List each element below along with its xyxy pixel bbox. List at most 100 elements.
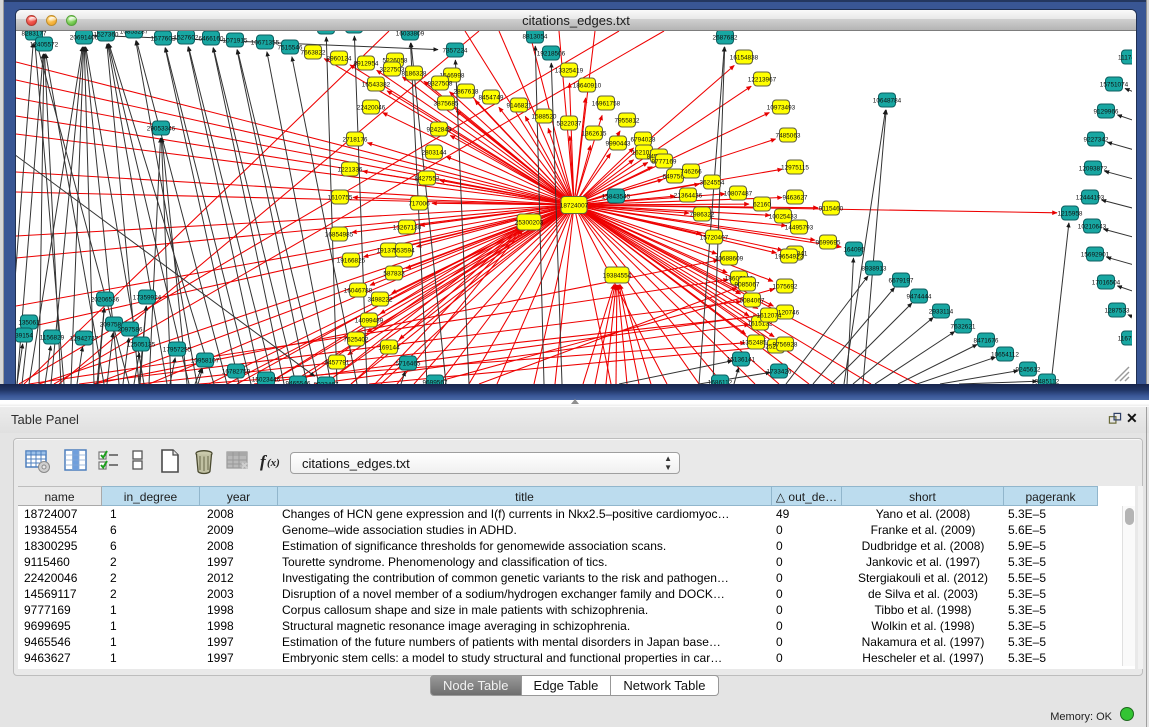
svg-text:15136141: 15136141 bbox=[727, 357, 756, 364]
svg-text:12213967: 12213967 bbox=[748, 77, 777, 84]
svg-text:20206536: 20206536 bbox=[91, 297, 120, 304]
svg-text:12405572: 12405572 bbox=[30, 42, 59, 49]
svg-text:12975115: 12975115 bbox=[781, 165, 809, 172]
svg-text:9457791: 9457791 bbox=[325, 360, 350, 367]
svg-text:1117404: 1117404 bbox=[1118, 55, 1132, 62]
svg-text:587833: 587833 bbox=[383, 271, 405, 278]
svg-text:2803144: 2803144 bbox=[422, 150, 447, 157]
svg-text:18724007: 18724007 bbox=[560, 203, 589, 210]
svg-text:15751074: 15751074 bbox=[1100, 82, 1129, 89]
svg-text:1362615: 1362615 bbox=[582, 131, 607, 138]
svg-text:15720407: 15720407 bbox=[700, 235, 729, 242]
svg-text:1215958: 1215958 bbox=[1058, 211, 1083, 218]
svg-text:5322037: 5322037 bbox=[557, 121, 582, 128]
svg-text:6679197: 6679197 bbox=[889, 278, 914, 285]
svg-text:15692901: 15692901 bbox=[1081, 252, 1110, 259]
svg-text:10671355: 10671355 bbox=[251, 40, 280, 47]
svg-text:9463627: 9463627 bbox=[783, 195, 808, 202]
svg-text:3624554: 3624554 bbox=[700, 180, 725, 187]
svg-text:13325419: 13325419 bbox=[555, 68, 584, 75]
svg-text:17016504: 17016504 bbox=[1092, 280, 1121, 287]
svg-text:9129966: 9129966 bbox=[1094, 109, 1119, 116]
svg-text:10807487: 10807487 bbox=[724, 191, 753, 198]
svg-text:(x): (x) bbox=[267, 457, 280, 469]
svg-text:9777169: 9777169 bbox=[652, 159, 677, 166]
svg-text:16961758: 16961758 bbox=[592, 101, 621, 108]
svg-text:14099489: 14099489 bbox=[355, 318, 384, 325]
svg-text:1588520: 1588520 bbox=[532, 114, 557, 121]
svg-text:9756928: 9756928 bbox=[773, 342, 798, 349]
svg-text:7663822: 7663822 bbox=[301, 50, 326, 57]
svg-text:10654112: 10654112 bbox=[991, 352, 1019, 359]
svg-text:1577602: 1577602 bbox=[151, 36, 176, 43]
svg-text:10025433: 10025433 bbox=[769, 214, 798, 221]
svg-text:717006: 717006 bbox=[408, 201, 430, 208]
svg-text:1287533: 1287533 bbox=[1105, 308, 1130, 315]
svg-text:9990443: 9990443 bbox=[606, 141, 631, 148]
svg-text:7955812: 7955812 bbox=[615, 118, 640, 125]
svg-text:9242848: 9242848 bbox=[427, 127, 452, 134]
svg-text:15023446: 15023446 bbox=[252, 377, 281, 384]
svg-text:16046788: 16046788 bbox=[344, 288, 373, 295]
svg-text:18640910: 18640910 bbox=[573, 83, 602, 90]
svg-text:19166825: 19166825 bbox=[337, 258, 366, 265]
svg-text:957233: 957233 bbox=[315, 31, 337, 32]
svg-text:8471676: 8471676 bbox=[974, 338, 999, 345]
svg-text:15843545: 15843545 bbox=[602, 194, 631, 201]
svg-text:169144: 169144 bbox=[378, 345, 400, 352]
svg-text:1221336: 1221336 bbox=[338, 167, 363, 174]
svg-text:3875685: 3875685 bbox=[434, 101, 459, 108]
svg-text:135061: 135061 bbox=[18, 320, 40, 327]
svg-text:5716465: 5716465 bbox=[396, 361, 421, 368]
svg-text:8960124: 8960124 bbox=[327, 56, 352, 63]
svg-text:10210643: 10210643 bbox=[1078, 224, 1107, 231]
svg-text:9699695: 9699695 bbox=[816, 240, 841, 247]
svg-text:10648784: 10648784 bbox=[873, 98, 902, 105]
svg-text:9327508: 9327508 bbox=[428, 81, 453, 88]
svg-text:12444193: 12444193 bbox=[1076, 195, 1105, 202]
svg-text:22420046: 22420046 bbox=[357, 105, 386, 112]
svg-text:10853287: 10853287 bbox=[120, 31, 149, 36]
svg-text:8912954: 8912954 bbox=[354, 61, 379, 68]
svg-text:10688609: 10688609 bbox=[715, 256, 744, 263]
svg-text:6794028: 6794028 bbox=[631, 137, 656, 144]
svg-text:1527360: 1527360 bbox=[94, 32, 119, 39]
svg-text:16854985: 16854985 bbox=[325, 232, 354, 239]
svg-text:1075692: 1075692 bbox=[773, 284, 798, 291]
svg-text:9085067: 9085067 bbox=[735, 282, 760, 289]
svg-text:746266: 746266 bbox=[680, 169, 702, 176]
svg-text:9146821: 9146821 bbox=[507, 103, 532, 110]
svg-text:16782759: 16782759 bbox=[222, 369, 251, 376]
svg-text:9227342: 9227342 bbox=[1084, 137, 1109, 144]
svg-text:2687682: 2687682 bbox=[713, 35, 738, 42]
svg-text:12942737: 12942737 bbox=[70, 336, 99, 343]
svg-text:8186328: 8186328 bbox=[402, 71, 427, 78]
svg-text:1156829: 1156829 bbox=[40, 335, 65, 342]
svg-text:1612074: 1612074 bbox=[757, 313, 782, 320]
svg-text:29053346: 29053346 bbox=[147, 126, 176, 133]
svg-text:9084067: 9084067 bbox=[740, 298, 765, 305]
svg-text:7485063: 7485063 bbox=[776, 133, 801, 140]
svg-text:62160: 62160 bbox=[753, 202, 771, 209]
svg-text:7625402: 7625402 bbox=[344, 337, 369, 344]
svg-text:1733426: 1733426 bbox=[767, 369, 792, 376]
svg-text:8427552: 8427552 bbox=[415, 176, 440, 183]
svg-text:16154838: 16154838 bbox=[730, 55, 759, 62]
svg-text:13267130: 13267130 bbox=[393, 225, 422, 232]
svg-text:19654923: 19654923 bbox=[775, 254, 804, 261]
svg-text:16033809: 16033809 bbox=[396, 31, 425, 38]
svg-text:17359924: 17359924 bbox=[133, 295, 162, 302]
svg-text:7357224: 7357224 bbox=[443, 48, 468, 55]
svg-text:2933114: 2933114 bbox=[929, 309, 954, 316]
svg-text:553594: 553594 bbox=[393, 248, 415, 255]
svg-text:19384554: 19384554 bbox=[603, 273, 632, 280]
svg-text:2097586: 2097586 bbox=[118, 327, 143, 334]
svg-text:8454749: 8454749 bbox=[479, 95, 504, 102]
svg-text:1071915: 1071915 bbox=[223, 38, 248, 45]
svg-text:1167533: 1167533 bbox=[1118, 336, 1132, 343]
svg-text:39154: 39154 bbox=[16, 333, 33, 340]
svg-text:7632621: 7632621 bbox=[951, 324, 976, 331]
svg-text:1527602: 1527602 bbox=[174, 35, 199, 42]
svg-text:7986322: 7986322 bbox=[690, 212, 715, 219]
svg-text:25300203: 25300203 bbox=[515, 220, 544, 227]
